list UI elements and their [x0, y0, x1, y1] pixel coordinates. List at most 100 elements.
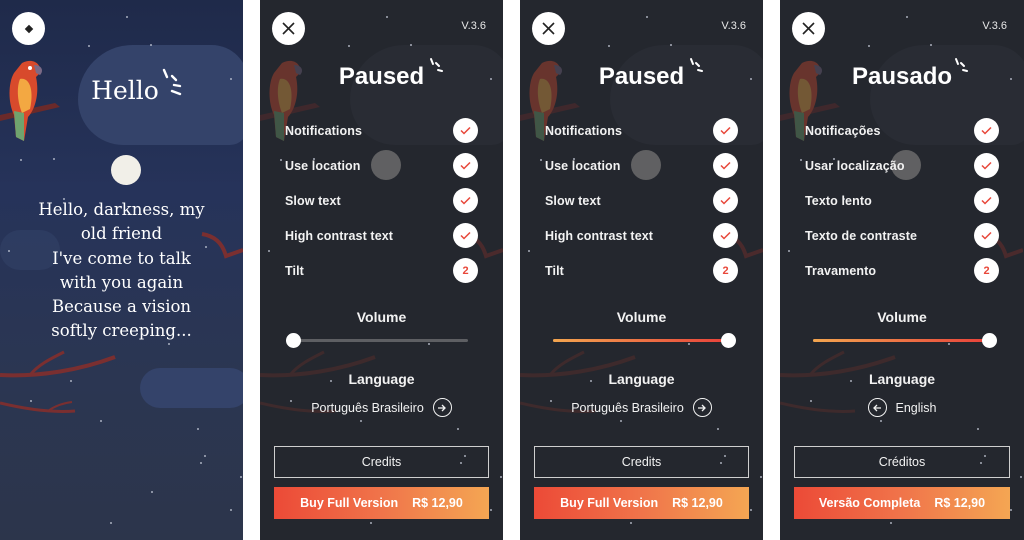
star-decoration [20, 159, 22, 161]
option-checkbox[interactable] [974, 153, 999, 178]
lyric-line: Because a vision [51, 297, 192, 317]
buy-price: R$ 12,90 [672, 496, 723, 510]
volume-slider-knob[interactable] [721, 333, 736, 348]
star-decoration [360, 420, 362, 422]
option-row[interactable]: High contrast text [545, 218, 738, 253]
menu-button[interactable] [12, 12, 45, 45]
buy-full-version-button[interactable]: Versão Completa R$ 12,90 [794, 487, 1010, 519]
arrow-right-icon [438, 404, 447, 411]
volume-slider-fill [813, 339, 989, 342]
language-selector[interactable]: English [780, 398, 1024, 417]
option-row[interactable]: Notificações [805, 113, 999, 148]
option-row[interactable]: Usar localização [805, 148, 999, 183]
checkmark-icon [981, 196, 992, 205]
star-decoration [540, 159, 542, 161]
option-label: Tilt [285, 263, 304, 278]
language-selector[interactable]: Português Brasileiro [260, 398, 503, 417]
settings-screen: V.3.6 Paused Notifications Use location Sl… [520, 0, 763, 540]
star-decoration [88, 45, 90, 47]
star-decoration [948, 343, 950, 345]
option-checkbox[interactable] [713, 118, 738, 143]
option-row[interactable]: Use location [285, 148, 478, 183]
volume-slider-knob[interactable] [286, 333, 301, 348]
option-checkbox[interactable] [974, 118, 999, 143]
star-decoration [760, 476, 762, 478]
language-next-button[interactable] [432, 398, 452, 417]
volume-slider[interactable] [286, 333, 468, 348]
close-button[interactable] [532, 12, 565, 45]
option-checkbox[interactable] [453, 188, 478, 213]
option-checkbox[interactable] [713, 188, 738, 213]
option-row[interactable]: Texto lento [805, 183, 999, 218]
options-list: Notificações Usar localização Texto lento T… [805, 113, 999, 288]
option-checkbox[interactable] [974, 223, 999, 248]
language-label: Language [608, 371, 675, 387]
star-decoration [204, 455, 206, 457]
option-row[interactable]: Slow text [285, 183, 478, 218]
settings-screen: V.3.6 Paused Notifications Use location Sl… [260, 0, 503, 540]
option-row[interactable]: Travamento 2 [805, 253, 999, 288]
star-decoration [348, 45, 350, 47]
checkmark-icon [720, 161, 731, 170]
option-checkbox[interactable] [453, 153, 478, 178]
buy-full-version-button[interactable]: Buy Full Version R$ 12,90 [534, 487, 749, 519]
option-row[interactable]: Tilt 2 [545, 253, 738, 288]
option-label: Usar localização [805, 158, 905, 173]
option-label: Use location [285, 158, 361, 173]
language-selector[interactable]: Português Brasileiro [520, 398, 763, 417]
checkmark-icon [720, 231, 731, 240]
option-row[interactable]: Slow text [545, 183, 738, 218]
star-decoration [528, 250, 530, 252]
option-row[interactable]: Notifications [285, 113, 478, 148]
close-icon [542, 22, 555, 35]
checkmark-icon [460, 126, 471, 135]
paused-title: Paused [598, 63, 685, 90]
option-level-toggle[interactable]: 2 [713, 258, 738, 283]
arrow-left-icon [873, 404, 881, 411]
option-level-toggle[interactable]: 2 [974, 258, 999, 283]
sparkle-icon [955, 58, 968, 72]
star-decoration [630, 522, 632, 524]
option-label: Notificações [805, 123, 881, 138]
option-level-toggle[interactable]: 2 [453, 258, 478, 283]
close-button[interactable] [792, 12, 825, 45]
language-value: English [895, 400, 937, 415]
checkmark-icon [720, 196, 731, 205]
credits-button[interactable]: Credits [534, 446, 749, 478]
greeting-title: Hello [91, 76, 159, 105]
volume-slider[interactable] [813, 333, 997, 348]
lyrics-text: Hello, darkness, my old friend I've come… [0, 198, 243, 344]
language-prev-button[interactable] [867, 398, 887, 417]
lyric-line: Hello, darkness, my [38, 200, 205, 219]
language-next-button[interactable] [692, 398, 712, 417]
option-row[interactable]: Use location [545, 148, 738, 183]
checkmark-icon [981, 161, 992, 170]
option-checkbox[interactable] [713, 153, 738, 178]
volume-slider-knob[interactable] [982, 333, 997, 348]
option-row[interactable]: Texto de contraste [805, 218, 999, 253]
star-decoration [150, 44, 152, 46]
settings-screen: V.3.6 Pausado Notificações Usar localizaç… [780, 0, 1024, 540]
star-decoration [890, 522, 892, 524]
buy-full-version-button[interactable]: Buy Full Version R$ 12,90 [274, 487, 489, 519]
star-decoration [750, 509, 752, 511]
option-label: Slow text [545, 193, 601, 208]
option-checkbox[interactable] [713, 223, 738, 248]
buy-label: Versão Completa [818, 496, 921, 510]
version-label: V.3.6 [721, 20, 746, 32]
volume-slider[interactable] [553, 333, 736, 348]
star-decoration [100, 420, 102, 422]
language-label: Language [868, 371, 936, 387]
credits-button[interactable]: Credits [274, 446, 489, 478]
credits-button[interactable]: Créditos [794, 446, 1010, 478]
option-label: Travamento [805, 263, 877, 278]
option-checkbox[interactable] [974, 188, 999, 213]
star-decoration [280, 159, 282, 161]
option-row[interactable]: Notifications [545, 113, 738, 148]
option-row[interactable]: High contrast text [285, 218, 478, 253]
option-row[interactable]: Tilt 2 [285, 253, 478, 288]
option-checkbox[interactable] [453, 118, 478, 143]
close-button[interactable] [272, 12, 305, 45]
option-checkbox[interactable] [453, 223, 478, 248]
option-label: Texto lento [805, 193, 872, 208]
